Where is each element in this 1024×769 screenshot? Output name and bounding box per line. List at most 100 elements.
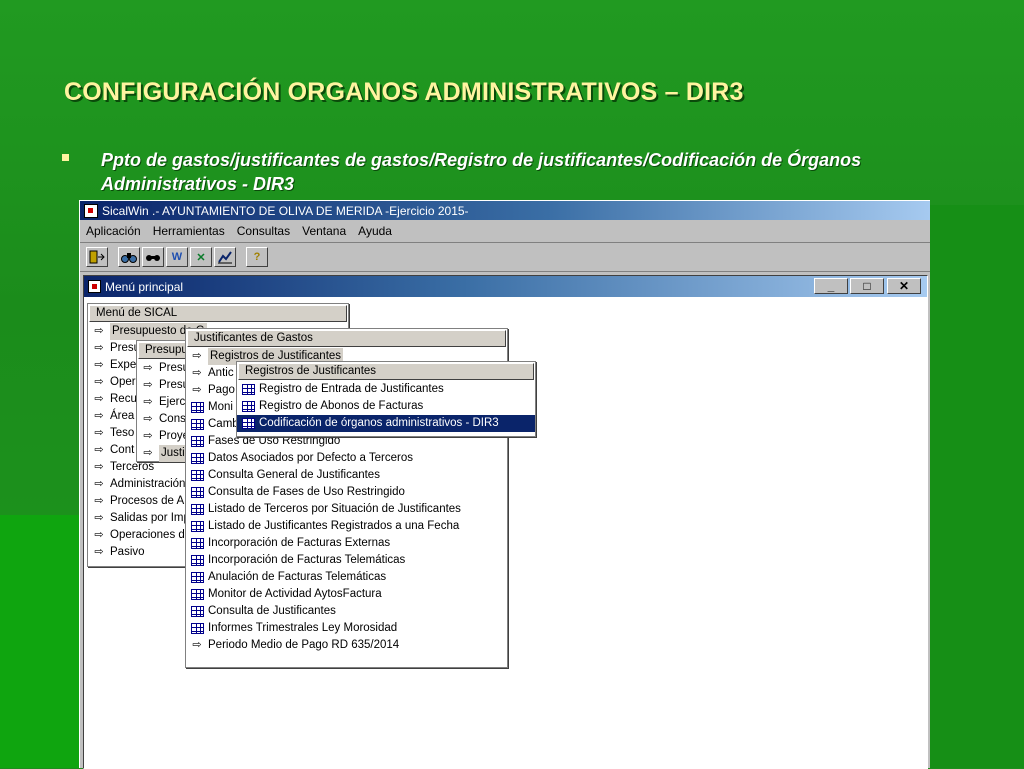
mdi-title: Menú principal	[105, 279, 184, 294]
menu-consultas[interactable]: Consultas	[237, 223, 290, 239]
justificantes-item[interactable]: Listado de Terceros por Situación de Jus…	[186, 501, 507, 518]
grid-icon	[190, 572, 204, 583]
toolbar: W ✕ ?	[80, 243, 930, 272]
justificantes-item[interactable]: Listado de Justificantes Registrados a u…	[186, 518, 507, 535]
grid-icon	[190, 589, 204, 600]
justificantes-item[interactable]: Consulta de Fases de Uso Restringido	[186, 484, 507, 501]
menu-item-label: Justi	[159, 445, 187, 462]
menu-item-label: Codificación de órganos administrativos …	[259, 417, 499, 429]
menu-item-label: Moni	[208, 401, 233, 413]
grid-icon	[190, 470, 204, 481]
grid-icon	[190, 402, 204, 413]
justificantes-item[interactable]: Incorporación de Facturas Telemáticas	[186, 552, 507, 569]
grid-icon	[190, 555, 204, 566]
menu-item-label: Procesos de A	[110, 495, 185, 507]
menu-item-label: Camb	[208, 418, 239, 430]
arrow-right-icon: ⇨	[94, 546, 104, 558]
justificantes-item[interactable]: Anulación de Facturas Telemáticas	[186, 569, 507, 586]
menu-item-label: Informes Trimestrales Ley Morosidad	[208, 622, 398, 634]
menu-aplicacion[interactable]: Aplicación	[86, 223, 141, 239]
excel-icon[interactable]: ✕	[190, 247, 212, 267]
arrow-right-icon: ⇨	[94, 427, 104, 439]
grid-icon	[241, 418, 255, 429]
panel-header: Justificantes de Gastos	[187, 330, 506, 347]
bullet-square-icon	[62, 154, 69, 161]
grid-icon	[190, 487, 204, 498]
word-icon[interactable]: W	[166, 247, 188, 267]
help-icon[interactable]: ?	[246, 247, 268, 267]
registros-item[interactable]: Registro de Entrada de Justificantes	[237, 381, 535, 398]
menu-item-label: Monitor de Actividad AytosFactura	[208, 588, 382, 600]
grid-icon	[190, 606, 204, 617]
justificantes-item[interactable]: Monitor de Actividad AytosFactura	[186, 586, 507, 603]
search-icon[interactable]	[142, 247, 164, 267]
grid-icon	[190, 538, 204, 549]
justificantes-item[interactable]: Incorporación de Facturas Externas	[186, 535, 507, 552]
menu-item-label: Registro de Abonos de Facturas	[259, 400, 424, 412]
arrow-right-icon: ⇨	[143, 447, 153, 459]
close-button[interactable]: ✕	[887, 278, 921, 294]
justificantes-item[interactable]: Datos Asociados por Defecto a Terceros	[186, 450, 507, 467]
menu-item-label: Administración	[110, 478, 186, 490]
exit-icon[interactable]	[86, 247, 108, 267]
slide-title: CONFIGURACIÓN ORGANOS ADMINISTRATIVOS – …	[64, 78, 744, 106]
menubar: Aplicación Herramientas Consultas Ventan…	[80, 220, 930, 243]
arrow-right-icon: ⇨	[143, 430, 153, 442]
menu-item-label: Cons	[159, 413, 186, 425]
registros-item[interactable]: Registro de Abonos de Facturas	[237, 398, 535, 415]
arrow-right-icon: ⇨	[94, 376, 104, 388]
minimize-button[interactable]: _	[814, 278, 848, 294]
bullet-line-2: Administrativos - DIR3	[101, 174, 295, 194]
arrow-right-icon: ⇨	[94, 342, 104, 354]
app-icon	[84, 203, 98, 218]
arrow-right-icon: ⇨	[143, 396, 153, 408]
grid-icon	[190, 623, 204, 634]
grid-icon	[190, 436, 204, 447]
menu-ayuda[interactable]: Ayuda	[358, 223, 392, 239]
window-titlebar[interactable]: SicalWin .- AYUNTAMIENTO DE OLIVA DE MER…	[80, 201, 930, 220]
arrow-right-icon: ⇨	[94, 359, 104, 371]
justificantes-item[interactable]: Informes Trimestrales Ley Morosidad	[186, 620, 507, 637]
menu-item-label: Área	[110, 410, 135, 422]
binoculars-icon[interactable]	[118, 247, 140, 267]
justificantes-item[interactable]: Consulta de Justificantes	[186, 603, 507, 620]
mdi-titlebar[interactable]: Menú principal	[84, 276, 927, 297]
maximize-button[interactable]: □	[850, 278, 884, 294]
grid-icon	[241, 401, 255, 412]
menu-item-label: Pasivo	[110, 546, 145, 558]
menu-item-label: Consulta de Fases de Uso Restringido	[208, 486, 405, 498]
arrow-right-icon: ⇨	[94, 529, 104, 541]
justificantes-item[interactable]: ⇨ Periodo Medio de Pago RD 635/2014	[186, 637, 507, 654]
menu-item-label: Listado de Justificantes Registrados a u…	[208, 520, 460, 532]
menu-item-label: Expe	[110, 359, 137, 371]
arrow-right-icon: ⇨	[94, 495, 104, 507]
menu-item-label: Anulación de Facturas Telemáticas	[208, 571, 387, 583]
arrow-right-icon: ⇨	[94, 410, 104, 422]
menu-item-label: Pago	[208, 384, 235, 396]
menu-item-label: Datos Asociados por Defecto a Terceros	[208, 452, 413, 464]
menu-principal-window: Menú principal _ □ ✕ Menú de SICAL ⇨ Pres…	[83, 275, 928, 769]
arrow-right-icon: ⇨	[94, 512, 104, 524]
arrow-right-icon: ⇨	[143, 379, 153, 391]
bullet-line-1: Ppto de gastos/justificantes de gastos/R…	[101, 150, 862, 170]
chart-icon[interactable]	[214, 247, 236, 267]
app-icon	[88, 280, 101, 293]
menu-item-label: Periodo Medio de Pago RD 635/2014	[208, 639, 400, 651]
justificantes-item[interactable]: Consulta General de Justificantes	[186, 467, 507, 484]
menu-herramientas[interactable]: Herramientas	[153, 223, 225, 239]
arrow-right-icon: ⇨	[192, 384, 202, 396]
menu-item-label: Salidas por Imp	[110, 512, 190, 524]
arrow-right-icon: ⇨	[192, 350, 202, 362]
sicalwin-window: SicalWin .- AYUNTAMIENTO DE OLIVA DE MER…	[79, 200, 930, 769]
arrow-right-icon: ⇨	[94, 461, 104, 473]
menu-item-label: Listado de Terceros por Situación de Jus…	[208, 503, 461, 515]
grid-icon	[190, 504, 204, 515]
menu-item-label: Incorporación de Facturas Externas	[208, 537, 391, 549]
grid-icon	[190, 521, 204, 532]
menu-ventana[interactable]: Ventana	[302, 223, 346, 239]
arrow-right-icon: ⇨	[94, 325, 104, 337]
grid-icon	[241, 384, 255, 395]
menu-item-label: Antic	[208, 367, 234, 379]
registros-item[interactable]: Codificación de órganos administrativos …	[237, 415, 535, 432]
menu-item-label: Consulta de Justificantes	[208, 605, 336, 617]
